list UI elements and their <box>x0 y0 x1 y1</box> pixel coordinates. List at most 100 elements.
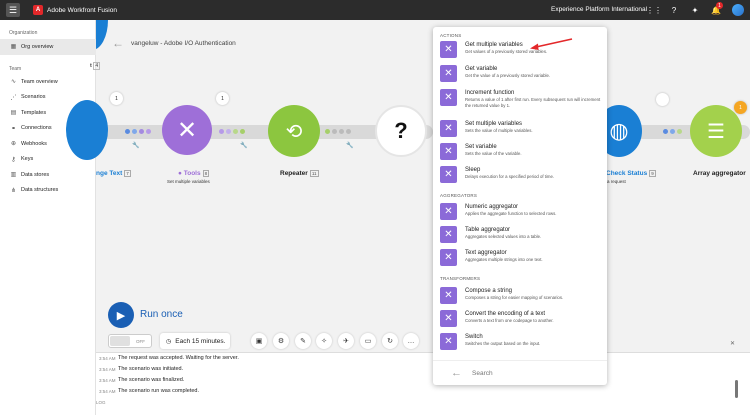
apps-grid-icon[interactable]: ⋮⋮ <box>646 5 662 15</box>
sidebar-item-label: Data structures <box>21 187 59 194</box>
question-mark-icon: ? <box>394 118 408 143</box>
app-title: Adobe Workfront Fusion <box>47 6 117 14</box>
tools-module[interactable]: ✕ <box>162 105 212 155</box>
module-id: 8 <box>202 170 210 177</box>
webhooks-icon: ⊕ <box>10 141 17 148</box>
auto-align-icon[interactable]: ✧ <box>316 333 332 349</box>
sidebar-item-org-overview[interactable]: ▦ Org overview <box>0 39 96 55</box>
empty-module-placeholder[interactable]: ? <box>375 105 427 157</box>
clock-icon: ◷ <box>166 338 172 345</box>
run-once-button[interactable]: ▶ <box>108 302 134 328</box>
group-heading-aggregators: AGGREGATORS <box>440 193 478 198</box>
module-id: 9 <box>649 170 656 177</box>
flow-dot <box>325 129 330 134</box>
node-label-text: Check Status <box>606 170 648 177</box>
help-icon[interactable]: ? <box>669 5 679 15</box>
picker-item-get-multiple-variables[interactable]: ✕ Get multiple variables Get values of a … <box>440 41 600 63</box>
node-label-text: nge Text <box>96 170 123 177</box>
tools-module-label: ● Tools 8 <box>178 170 210 177</box>
toggle-knob <box>110 336 130 346</box>
operation-count-bubble[interactable]: 1 <box>216 92 229 105</box>
tools-icon: ✕ <box>440 89 457 106</box>
more-options-icon[interactable]: … <box>403 333 419 349</box>
log-scrollbar[interactable] <box>735 380 738 398</box>
tools-icon: ✕ <box>440 287 457 304</box>
picker-item-convert-encoding[interactable]: ✕ Convert the encoding of a text Converts… <box>440 310 600 332</box>
aggregator-icon: ☰ <box>707 120 725 143</box>
picker-item-switch[interactable]: ✕ Switch Switches the output based on the… <box>440 333 600 355</box>
sidebar-item-data-stores[interactable]: ▥ Data stores <box>0 167 96 183</box>
adobe-logo-icon: A <box>33 5 43 15</box>
picker-item-set-variable[interactable]: ✕ Set variable Sets the value of the vari… <box>440 143 600 165</box>
notification-badge: 1 <box>716 2 723 9</box>
keys-icon: ⚷ <box>11 156 16 163</box>
filter-wrench-icon[interactable]: 🔧 <box>132 142 139 149</box>
community-icon[interactable]: ✦ <box>690 5 700 15</box>
log-time: 3:54 AM <box>99 378 116 383</box>
flow-dot <box>677 129 682 134</box>
picker-item-text-aggregator[interactable]: ✕ Text aggregator Aggregates multiple str… <box>440 249 600 271</box>
schedule-setting[interactable]: ◷ Each 15 minutes. <box>160 333 230 349</box>
array-aggregator-module[interactable]: ☰ <box>690 105 742 157</box>
flow-dot <box>125 129 130 134</box>
picker-item-name: Sleep <box>465 167 481 173</box>
org-switcher[interactable]: Experience Platform International <box>551 6 647 13</box>
sidebar-item-label: Keys <box>21 156 34 163</box>
execution-log: 3:54 AM The request was accepted. Waiting… <box>96 352 750 415</box>
scenarios-icon: ⋰ <box>10 94 17 101</box>
flow-dot <box>240 129 245 134</box>
sidebar-item-label: Connections <box>21 125 52 132</box>
text-module-label: nge Text 7 <box>96 170 131 177</box>
filter-wrench-icon[interactable]: 🔧 <box>346 142 353 149</box>
text-parser-module[interactable] <box>66 100 108 160</box>
tools-icon: ✕ <box>440 120 457 137</box>
save-icon[interactable]: ▣ <box>251 333 267 349</box>
picker-item-numeric-aggregator[interactable]: ✕ Numeric aggregator Applies the aggregat… <box>440 203 600 225</box>
user-avatar[interactable] <box>732 4 744 16</box>
picker-item-name: Text aggregator <box>465 250 507 256</box>
filter-wrench-icon[interactable]: 🔧 <box>240 142 247 149</box>
picker-item-table-aggregator[interactable]: ✕ Table aggregator Aggregates selected va… <box>440 226 600 248</box>
log-entry: 3:54 AM The scenario was initiated. <box>96 366 183 372</box>
picker-item-increment-function[interactable]: ✕ Increment function Returns a value of 1… <box>440 89 600 111</box>
repeater-module[interactable]: ⟲ <box>268 105 320 157</box>
picker-item-sleep[interactable]: ✕ Sleep Delays execution for a specified … <box>440 166 600 188</box>
history-icon[interactable]: ↻ <box>382 333 398 349</box>
group-heading-actions: ACTIONS <box>440 33 462 38</box>
tools-icon: ✕ <box>176 116 198 144</box>
picker-item-desc: Applies the aggregate function to select… <box>465 211 557 216</box>
operation-count-bubble-empty[interactable] <box>656 93 669 106</box>
log-footer-label: LOG <box>96 400 106 405</box>
module-id: 7 <box>124 170 131 177</box>
sidebar-item-data-structures[interactable]: ⋔ Data structures <box>0 183 96 199</box>
flow-dot <box>339 129 344 134</box>
picker-item-name: Set multiple variables <box>465 121 523 127</box>
operation-count-bubble[interactable]: 1 <box>110 92 123 105</box>
picker-item-get-variable[interactable]: ✕ Get variable Get the value of a previou… <box>440 65 600 87</box>
picker-item-name: Get variable <box>465 66 498 72</box>
sidebar-item-label: Data stores <box>21 171 50 178</box>
close-log-icon[interactable]: ✕ <box>730 340 735 347</box>
back-arrow-icon[interactable]: ← <box>451 367 462 379</box>
red-annotation-arrow-icon <box>530 38 573 50</box>
operation-count-bubble[interactable]: 1 <box>734 101 747 114</box>
scheduling-toggle[interactable]: OFF <box>108 334 152 348</box>
settings-gear-icon[interactable]: ⚙ <box>273 333 289 349</box>
sidebar-item-team-overview[interactable]: ∿ Team overview <box>0 74 96 90</box>
picker-item-desc: Converts a text from one codepage to ano… <box>465 318 554 323</box>
picker-item-set-multiple-variables[interactable]: ✕ Set multiple variables Sets the value o… <box>440 120 600 142</box>
run-once-label[interactable]: Run once <box>140 309 183 320</box>
back-arrow-icon[interactable]: ← <box>112 36 124 50</box>
picker-item-name: Table aggregator <box>465 227 511 233</box>
tools-module-subtitle: Set multiple variables <box>167 179 210 184</box>
notes-icon[interactable]: ✎ <box>295 333 311 349</box>
picker-item-desc: Aggregates multiple strings into one tex… <box>465 257 543 262</box>
explain-flow-icon[interactable]: ✈ <box>338 333 354 349</box>
picker-item-compose-a-string[interactable]: ✕ Compose a string Composes a string for … <box>440 287 600 309</box>
flow-dot <box>219 129 224 134</box>
picker-search-input[interactable] <box>472 369 582 377</box>
flow-dot <box>663 129 668 134</box>
data-stores-icon: ▥ <box>10 172 17 179</box>
hamburger-menu-icon[interactable]: ☰ <box>6 3 20 17</box>
toolbox-icon[interactable]: ▭ <box>360 333 376 349</box>
